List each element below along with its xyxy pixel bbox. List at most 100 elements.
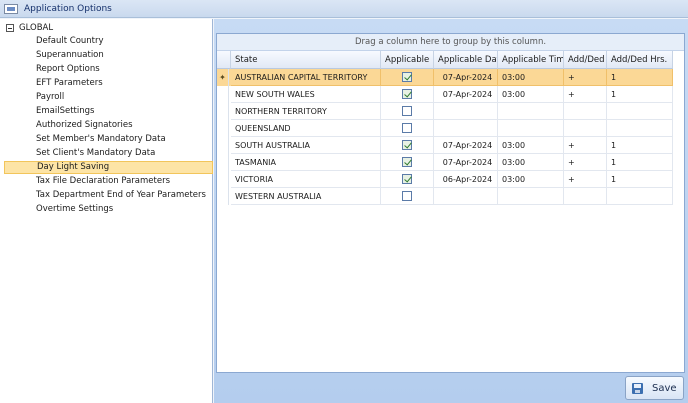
content-panel: Drag a column here to group by this colu… <box>214 19 688 403</box>
row-indicator[interactable] <box>217 86 229 103</box>
table-row[interactable]: SOUTH AUSTRALIA 07-Apr-2024 03:00 +1 <box>217 137 673 154</box>
row-indicator[interactable] <box>217 137 229 154</box>
row-indicator[interactable] <box>217 171 229 188</box>
cell-add-ded[interactable]: + <box>564 171 607 188</box>
cell-applicable-date[interactable]: 07-Apr-2024 <box>434 69 498 86</box>
tree-item[interactable]: Set Client's Mandatory Data <box>4 147 213 160</box>
cell-applicable[interactable] <box>381 69 434 86</box>
cell-state[interactable]: VICTORIA <box>231 171 381 188</box>
column-header-add-ded[interactable]: Add/Ded <box>564 51 607 69</box>
save-button[interactable]: Save <box>625 376 684 400</box>
cell-state[interactable]: AUSTRALIAN CAPITAL TERRITORY <box>231 69 381 86</box>
column-header-applicable-date[interactable]: Applicable Date <box>434 51 498 69</box>
cell-add-ded[interactable] <box>564 103 607 120</box>
cell-add-ded[interactable]: + <box>564 137 607 154</box>
row-indicator[interactable] <box>217 188 229 205</box>
cell-add-ded-hrs[interactable]: 1 <box>607 137 673 154</box>
cell-state[interactable]: QUEENSLAND <box>231 120 381 137</box>
cell-add-ded-hrs[interactable] <box>607 103 673 120</box>
cell-applicable-date[interactable]: 06-Apr-2024 <box>434 171 498 188</box>
group-by-panel[interactable]: Drag a column here to group by this colu… <box>217 34 684 51</box>
applicable-checkbox[interactable] <box>402 123 412 133</box>
cell-applicable-time[interactable]: 03:00 <box>498 86 564 103</box>
window-title: Application Options <box>24 3 112 14</box>
row-indicator[interactable] <box>217 154 229 171</box>
tree-item[interactable]: Set Member's Mandatory Data <box>4 133 213 146</box>
tree-item[interactable]: Tax File Declaration Parameters <box>4 175 213 188</box>
cell-add-ded-hrs[interactable]: 1 <box>607 171 673 188</box>
cell-state[interactable]: SOUTH AUSTRALIA <box>231 137 381 154</box>
cell-add-ded-hrs[interactable] <box>607 120 673 137</box>
cell-applicable-time[interactable]: 03:00 <box>498 154 564 171</box>
cell-add-ded-hrs[interactable]: 1 <box>607 69 673 86</box>
cell-applicable-date[interactable]: 07-Apr-2024 <box>434 137 498 154</box>
cell-applicable-time[interactable] <box>498 188 564 205</box>
cell-add-ded-hrs[interactable]: 1 <box>607 154 673 171</box>
applicable-checkbox[interactable] <box>402 140 412 150</box>
cell-applicable-date[interactable]: 07-Apr-2024 <box>434 154 498 171</box>
table-row[interactable]: NORTHERN TERRITORY <box>217 103 673 120</box>
table-row[interactable]: NEW SOUTH WALES 07-Apr-2024 03:00 +1 <box>217 86 673 103</box>
cell-applicable-time[interactable] <box>498 103 564 120</box>
column-header-applicable[interactable]: Applicable <box>381 51 434 69</box>
tree-item[interactable]: Authorized Signatories <box>4 119 213 132</box>
row-indicator[interactable]: ✦ <box>217 69 229 86</box>
cell-add-ded[interactable]: + <box>564 86 607 103</box>
cell-add-ded-hrs[interactable]: 1 <box>607 86 673 103</box>
tree-item[interactable]: Day Light Saving <box>4 161 213 174</box>
cell-applicable-time[interactable]: 03:00 <box>498 69 564 86</box>
collapse-minus-icon[interactable] <box>6 24 14 32</box>
cell-state[interactable]: WESTERN AUSTRALIA <box>231 188 381 205</box>
table-row[interactable]: VICTORIA 06-Apr-2024 03:00 +1 <box>217 171 673 188</box>
cell-applicable[interactable] <box>381 154 434 171</box>
applicable-checkbox[interactable] <box>402 157 412 167</box>
tree-item[interactable]: EmailSettings <box>4 105 213 118</box>
cell-applicable[interactable] <box>381 137 434 154</box>
options-tree: GLOBAL Default Country Superannuation Repo… <box>0 19 213 403</box>
tree-item[interactable]: Superannuation <box>4 49 213 62</box>
cell-add-ded[interactable]: + <box>564 69 607 86</box>
cell-applicable-date[interactable] <box>434 188 498 205</box>
column-header-state[interactable]: State <box>231 51 381 69</box>
applicable-checkbox[interactable] <box>402 191 412 201</box>
table-row[interactable]: ✦ AUSTRALIAN CAPITAL TERRITORY 07-Apr-2024… <box>217 69 673 86</box>
table-row[interactable]: TASMANIA 07-Apr-2024 03:00 +1 <box>217 154 673 171</box>
table-row[interactable]: QUEENSLAND <box>217 120 673 137</box>
tree-item[interactable]: Tax Department End of Year Parameters <box>4 189 213 202</box>
cell-applicable-date[interactable] <box>434 120 498 137</box>
tree-item[interactable]: Report Options <box>4 63 213 76</box>
applicable-checkbox[interactable] <box>402 72 412 82</box>
cell-applicable-date[interactable] <box>434 103 498 120</box>
floppy-disk-icon <box>632 382 643 394</box>
tree-item[interactable]: Payroll <box>4 91 213 104</box>
row-indicator[interactable] <box>217 120 229 137</box>
tree-item[interactable]: Default Country <box>4 35 213 48</box>
cell-state[interactable]: NORTHERN TERRITORY <box>231 103 381 120</box>
applicable-checkbox[interactable] <box>402 89 412 99</box>
applicable-checkbox[interactable] <box>402 174 412 184</box>
row-indicator[interactable] <box>217 103 229 120</box>
cell-applicable-time[interactable] <box>498 120 564 137</box>
cell-add-ded[interactable]: + <box>564 154 607 171</box>
cell-applicable-time[interactable]: 03:00 <box>498 171 564 188</box>
cell-add-ded-hrs[interactable] <box>607 188 673 205</box>
column-header-applicable-time[interactable]: Applicable Time <box>498 51 564 69</box>
header-corner <box>217 51 231 69</box>
cell-applicable[interactable] <box>381 86 434 103</box>
cell-applicable[interactable] <box>381 171 434 188</box>
cell-applicable-date[interactable]: 07-Apr-2024 <box>434 86 498 103</box>
tree-root-global[interactable]: GLOBAL <box>6 22 53 34</box>
tree-item[interactable]: EFT Parameters <box>4 77 213 90</box>
cell-add-ded[interactable] <box>564 120 607 137</box>
tree-item[interactable]: Overtime Settings <box>4 203 213 216</box>
cell-state[interactable]: NEW SOUTH WALES <box>231 86 381 103</box>
applicable-checkbox[interactable] <box>402 106 412 116</box>
cell-applicable[interactable] <box>381 120 434 137</box>
cell-applicable[interactable] <box>381 103 434 120</box>
table-row[interactable]: WESTERN AUSTRALIA <box>217 188 673 205</box>
cell-state[interactable]: TASMANIA <box>231 154 381 171</box>
cell-applicable-time[interactable]: 03:00 <box>498 137 564 154</box>
column-header-add-ded-hrs[interactable]: Add/Ded Hrs. <box>607 51 673 69</box>
cell-applicable[interactable] <box>381 188 434 205</box>
cell-add-ded[interactable] <box>564 188 607 205</box>
